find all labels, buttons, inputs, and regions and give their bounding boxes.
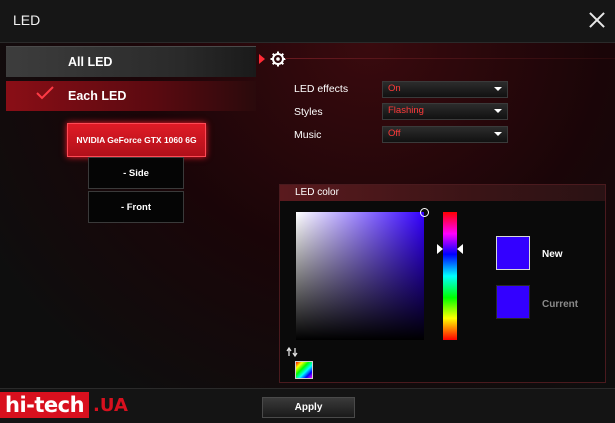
zone-side-button[interactable]: - Side [88,157,184,189]
title-bar: LED [0,0,615,43]
palette-icon[interactable] [295,361,313,379]
current-color-swatch [496,285,530,319]
gear-icon [270,51,286,67]
dropdown-value: On [388,83,401,94]
dropdown-value: Flashing [388,105,424,116]
swap-icon[interactable] [286,346,298,358]
device-label: NVIDIA GeForce GTX 1060 6G [76,135,197,145]
sidebar-item-all-led[interactable]: All LED [6,46,256,77]
header-divider [285,58,615,59]
led-color-header: LED color [280,185,605,201]
bottom-bar: hi-tech .UA Apply [0,388,615,423]
selection-pointer [259,54,265,64]
brand-logo-suffix: .UA [93,394,128,416]
led-color-panel: LED color New Current [279,184,606,383]
new-color-label: New [542,249,563,260]
main-area: All LED Each LED NVIDIA GeForce GTX 1060… [0,43,615,388]
saturation-value-picker[interactable] [296,212,424,340]
apply-button[interactable]: Apply [262,397,355,418]
device-button[interactable]: NVIDIA GeForce GTX 1060 6G [67,123,206,157]
hue-slider-handle-right[interactable] [457,244,463,254]
sidebar-item-label: Each LED [68,89,127,103]
styles-label: Styles [294,106,323,118]
window-title: LED [13,12,41,28]
dropdown-value: Off [388,128,401,139]
led-effects-dropdown[interactable]: On [382,81,508,98]
color-picker-handle[interactable] [420,208,429,217]
check-icon [36,86,54,100]
new-color-swatch [496,236,530,270]
brand-logo: hi-tech .UA [0,389,128,421]
chevron-down-icon [494,109,502,113]
apply-button-label: Apply [294,402,323,413]
music-label: Music [294,129,322,141]
sidebar-item-label: All LED [68,55,113,69]
brand-logo-main: hi-tech [0,392,90,418]
close-icon[interactable] [587,10,607,30]
zone-label: - Side [123,167,149,179]
led-color-title: LED color [295,187,339,198]
zone-label: - Front [120,201,152,213]
sidebar-item-each-led[interactable]: Each LED [6,81,256,111]
hue-slider[interactable] [443,212,457,340]
zone-front-button[interactable]: - Front [88,191,184,223]
hue-slider-handle-left[interactable] [437,244,443,254]
music-dropdown[interactable]: Off [382,126,508,143]
chevron-down-icon [494,87,502,91]
led-sidebar: All LED Each LED NVIDIA GeForce GTX 1060… [0,43,262,388]
styles-dropdown[interactable]: Flashing [382,103,508,120]
current-color-label: Current [542,299,579,310]
led-effects-label: LED effects [294,83,349,95]
chevron-down-icon [494,132,502,136]
